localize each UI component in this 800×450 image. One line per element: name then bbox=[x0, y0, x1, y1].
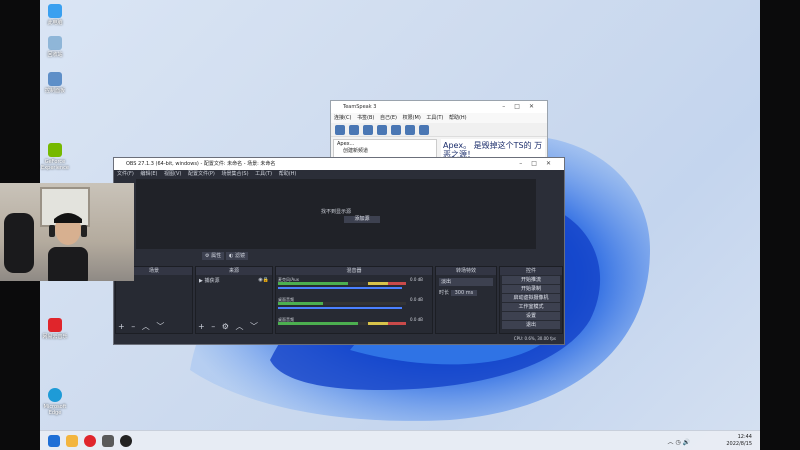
duration-row[interactable]: 时长 300 ms bbox=[439, 289, 493, 296]
controls-dock[interactable]: 控件 开始推流 开始录制 启动虚拟摄像机 工作室模式 设置 退出 bbox=[499, 266, 563, 334]
start-streaming-button[interactable]: 开始推流 bbox=[502, 276, 560, 284]
add-source-button[interactable]: 添加源 bbox=[344, 216, 380, 223]
gaming-chair bbox=[4, 213, 34, 273]
taskbar: ︿ ◷ 🔊 12:44 2022/8/15 bbox=[40, 430, 760, 450]
speaker-mute-icon[interactable] bbox=[377, 125, 387, 135]
desktop-icon-pc[interactable]: 此电脑 bbox=[38, 4, 72, 26]
obs-menubar: 文件(F) 编辑(E) 视图(V) 配置文件(P) 场景集合(S) 工具(T) … bbox=[114, 170, 564, 179]
teamspeak-titlebar[interactable]: TeamSpeak 3 –□✕ bbox=[331, 101, 547, 113]
volume-meter bbox=[278, 322, 406, 325]
menu-self[interactable]: 自己(E) bbox=[380, 115, 397, 121]
obs-titlebar[interactable]: OBS 27.1.3 (64-bit, windows) - 配置文件: 未命名… bbox=[114, 158, 564, 170]
settings-button[interactable]: 设置 bbox=[502, 312, 560, 320]
contacts-icon[interactable] bbox=[405, 125, 415, 135]
menu-connect[interactable]: 连接(C) bbox=[334, 115, 351, 121]
obs-window[interactable]: OBS 27.1.3 (64-bit, windows) - 配置文件: 未命名… bbox=[113, 157, 565, 345]
clock[interactable]: 12:44 2022/8/15 bbox=[726, 434, 752, 448]
volume-meter bbox=[278, 282, 406, 285]
menu-edit[interactable]: 编辑(E) bbox=[140, 171, 157, 177]
control-panel-icon bbox=[48, 72, 62, 86]
window-controls[interactable]: –□✕ bbox=[519, 158, 560, 170]
volume-slider[interactable] bbox=[278, 287, 402, 289]
menu-bookmarks[interactable]: 书签(B) bbox=[357, 115, 374, 121]
desktop: 此电脑 回收站 控制面板 GeForce Experience 网易云音乐 Mi… bbox=[0, 0, 800, 450]
netease-music-icon bbox=[48, 318, 62, 332]
menu-file[interactable]: 文件(F) bbox=[117, 171, 134, 177]
mixer-track-desktop-2[interactable]: 桌面音频 0.0 dB bbox=[278, 317, 432, 331]
desktop-icon-recycle[interactable]: 回收站 bbox=[38, 36, 72, 58]
virtual-camera-button[interactable]: 启动虚拟摄像机 bbox=[502, 294, 560, 302]
sources-dock[interactable]: 来源 ▶ 捕获源 ◉🔒 + – ⚙ ︿ ﹀ bbox=[195, 266, 273, 334]
mixer-track-mic[interactable]: 麦克风/Aux 0.0 dB bbox=[278, 277, 432, 291]
connect-icon[interactable] bbox=[335, 125, 345, 135]
teamspeak-menubar: 连接(C) 书签(B) 自己(E) 权限(M) 工具(T) 帮助(H) bbox=[331, 113, 547, 123]
transitions-header: 转场特效 bbox=[436, 267, 496, 275]
source-item[interactable]: ▶ 捕获源 ◉🔒 bbox=[196, 275, 272, 286]
mixer-header: 混音器 bbox=[276, 267, 432, 275]
sources-footer-icons[interactable]: + – ⚙ ︿ ﹀ bbox=[198, 321, 260, 332]
exit-button[interactable]: 退出 bbox=[502, 321, 560, 329]
settings-icon[interactable] bbox=[419, 125, 429, 135]
volume-meter bbox=[278, 302, 406, 305]
source-toolbar: ⚙ 属性 ◐ 滤镜 bbox=[114, 251, 564, 261]
netease-taskbar-icon[interactable] bbox=[84, 435, 96, 447]
start-icon[interactable] bbox=[48, 435, 60, 447]
away-icon[interactable] bbox=[391, 125, 401, 135]
tray-icons[interactable]: ︿ ◷ 🔊 bbox=[667, 437, 690, 446]
screen-border-right bbox=[760, 0, 800, 450]
menu-tools[interactable]: 工具(T) bbox=[426, 115, 443, 121]
menu-scene-collection[interactable]: 场景集合(S) bbox=[221, 171, 248, 177]
recycle-bin-icon bbox=[48, 36, 62, 50]
obs-taskbar-icon[interactable] bbox=[120, 435, 132, 447]
filters-button[interactable]: ◐ 滤镜 bbox=[226, 252, 248, 260]
menu-tools[interactable]: 工具(T) bbox=[255, 171, 272, 177]
menu-view[interactable]: 视图(V) bbox=[164, 171, 181, 177]
preview-message: 找不到显示源 bbox=[321, 209, 352, 215]
teamspeak-taskbar-icon[interactable] bbox=[102, 435, 114, 447]
mixer-dock[interactable]: 混音器 麦克风/Aux 0.0 dB 桌面音频 0.0 dB 桌面音频 0.0 … bbox=[275, 266, 433, 334]
desktop-icon-netease[interactable]: 网易云音乐 bbox=[38, 318, 72, 340]
status-bar: CPU: 0.6%, 30.00 fps bbox=[114, 334, 564, 344]
properties-button[interactable]: ⚙ 属性 bbox=[202, 252, 225, 260]
menu-help[interactable]: 帮助(H) bbox=[449, 115, 467, 121]
mic-mute-icon[interactable] bbox=[363, 125, 373, 135]
scenes-footer-icons[interactable]: + – ︿ ﹀ bbox=[118, 321, 166, 332]
mixer-track-desktop[interactable]: 桌面音频 0.0 dB bbox=[278, 297, 432, 311]
streamer-figure bbox=[48, 213, 88, 281]
transition-select[interactable]: 淡出 bbox=[439, 278, 493, 286]
sources-header: 来源 bbox=[196, 267, 272, 275]
menu-help[interactable]: 帮助(H) bbox=[279, 171, 297, 177]
controls-header: 控件 bbox=[500, 267, 562, 275]
preview-area[interactable]: 找不到显示源 添加源 bbox=[136, 179, 536, 249]
volume-slider[interactable] bbox=[278, 307, 402, 309]
eye-icon[interactable]: ◉🔒 bbox=[258, 277, 269, 283]
webcam-overlay bbox=[0, 183, 134, 281]
desktop-icon-geforce[interactable]: GeForce Experience bbox=[38, 143, 72, 171]
server-info-panel: Apex。 是毁掉这个TS的 万恶之源！ bbox=[441, 139, 545, 159]
disconnect-icon[interactable] bbox=[349, 125, 359, 135]
computer-icon bbox=[48, 4, 62, 18]
channel-tree[interactable]: Apex... 创建新频道 bbox=[333, 139, 437, 159]
teamspeak-window[interactable]: TeamSpeak 3 –□✕ 连接(C) 书签(B) 自己(E) 权限(M) … bbox=[330, 100, 548, 160]
menu-profile[interactable]: 配置文件(P) bbox=[188, 171, 215, 177]
start-recording-button[interactable]: 开始录制 bbox=[502, 285, 560, 293]
edge-icon bbox=[48, 388, 62, 402]
geforce-icon bbox=[48, 143, 62, 157]
menu-permissions[interactable]: 权限(M) bbox=[403, 115, 421, 121]
transitions-dock[interactable]: 转场特效 淡出 时长 300 ms bbox=[435, 266, 497, 334]
file-explorer-icon[interactable] bbox=[66, 435, 78, 447]
desktop-icon-edge[interactable]: Microsoft Edge bbox=[38, 388, 72, 416]
desktop-icon-control[interactable]: 控制面板 bbox=[38, 72, 72, 94]
window-controls[interactable]: –□✕ bbox=[502, 101, 543, 113]
teamspeak-toolbar bbox=[331, 123, 547, 137]
studio-mode-button[interactable]: 工作室模式 bbox=[502, 303, 560, 311]
